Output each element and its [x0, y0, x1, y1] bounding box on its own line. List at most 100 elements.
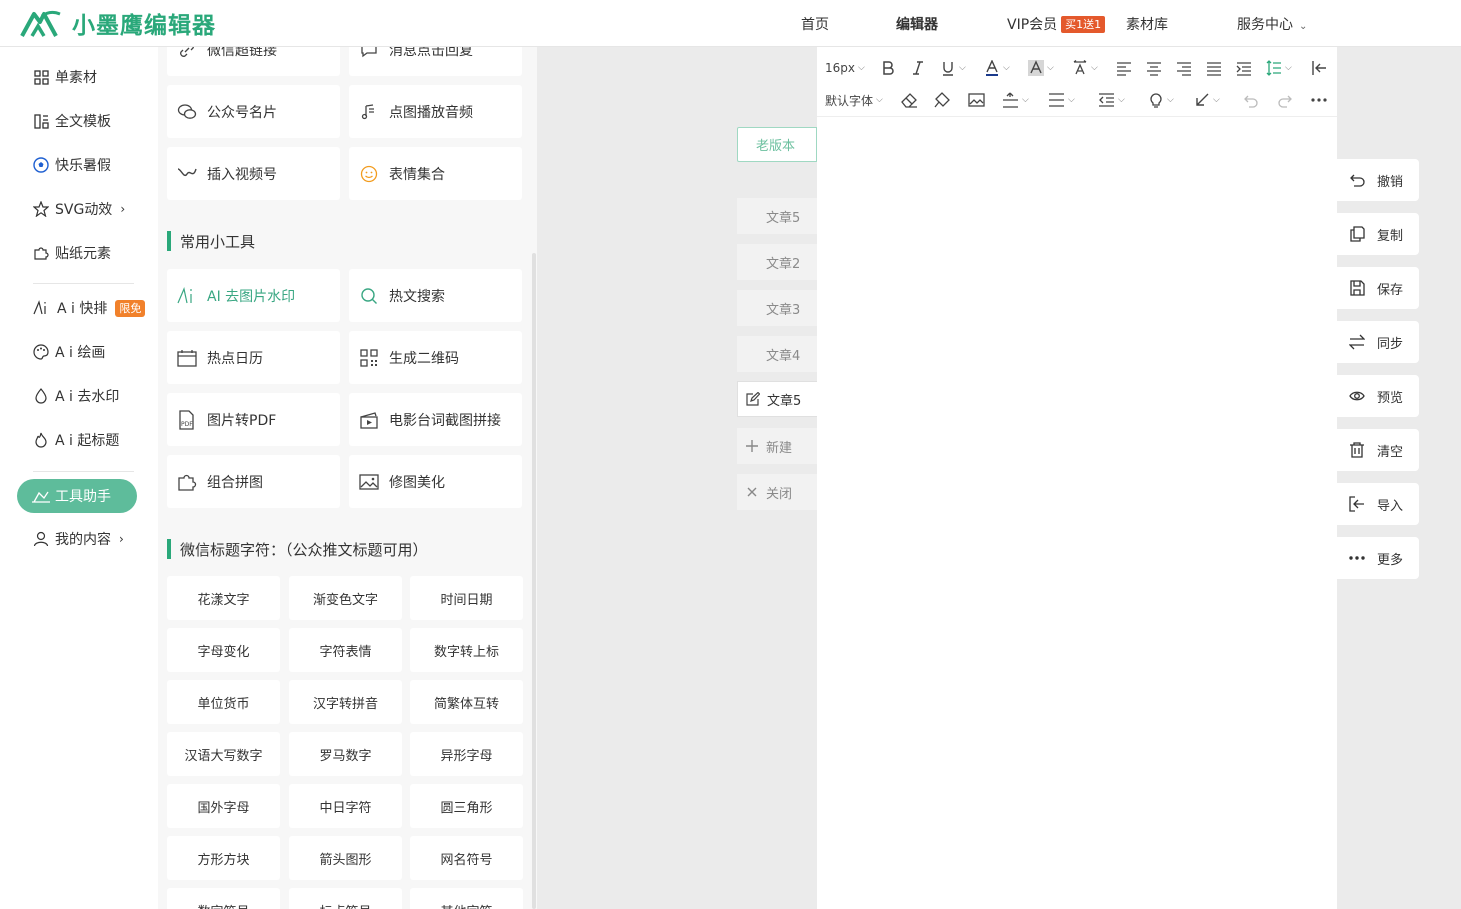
bold-icon[interactable]	[880, 59, 896, 77]
editor-canvas[interactable]: 16px ⌵ ⌵ ⌵ ⌵ ⌵ ⌵ 默认字体 ⌵ ⌵ ⌵ ⌵ ⌵ ⌵	[817, 47, 1337, 909]
logo[interactable]: 小墨鹰编辑器	[20, 6, 216, 40]
char-chip[interactable]: 罗马数字	[289, 732, 402, 776]
paragraph-spacing-icon[interactable]: ⌵	[1002, 91, 1029, 109]
char-chip[interactable]: 数字转上标	[410, 628, 523, 672]
article-tab[interactable]: 文章3	[737, 290, 817, 326]
char-chip[interactable]: 异形字母	[410, 732, 523, 776]
align-center-icon[interactable]	[1146, 59, 1162, 77]
tool-card-reply[interactable]: 消息点击回复	[349, 47, 522, 76]
italic-icon[interactable]	[910, 59, 926, 77]
eraser-icon[interactable]	[901, 91, 918, 109]
char-chip[interactable]: 箭头图形	[289, 836, 402, 880]
letter-spacing-icon[interactable]: ⌵	[1072, 59, 1098, 77]
sidebar-item-single-material[interactable]: 单素材	[33, 66, 97, 88]
tool-card-collage[interactable]: 组合拼图	[167, 455, 340, 508]
char-chip[interactable]: 网名符号	[410, 836, 523, 880]
char-chip[interactable]: 汉字转拼音	[289, 680, 402, 724]
save-button[interactable]: 保存	[1337, 267, 1419, 309]
char-chip[interactable]: 渐变色文字	[289, 576, 402, 620]
sidebar-item-my-content[interactable]: 我的内容 ›	[33, 528, 124, 550]
char-chip[interactable]: 汉语大写数字	[167, 732, 280, 776]
music-note-icon	[359, 102, 379, 122]
char-chip[interactable]: 其他字符	[410, 888, 523, 909]
char-chip[interactable]: 时间日期	[410, 576, 523, 620]
article-tab-active[interactable]: 文章5	[737, 381, 817, 417]
copy-button[interactable]: 复制	[1337, 213, 1419, 255]
sidebar-item-stickers[interactable]: 贴纸元素	[33, 242, 111, 264]
tool-card-audio[interactable]: 点图播放音频	[349, 85, 522, 138]
char-chip[interactable]: 圆三角形	[410, 784, 523, 828]
article-tab[interactable]: 文章2	[737, 244, 817, 280]
underline-icon[interactable]: ⌵	[940, 59, 966, 77]
char-chip[interactable]: 中日字符	[289, 784, 402, 828]
tool-card-hyperlink[interactable]: 微信超链接	[167, 47, 340, 76]
align-right-icon[interactable]	[1176, 59, 1192, 77]
sidebar-item-ai-watermark[interactable]: A i 去水印	[33, 385, 119, 407]
bg-color-icon[interactable]: ⌵	[1028, 59, 1054, 77]
undo-button[interactable]: 撤销	[1337, 159, 1419, 201]
char-chip[interactable]: 标点符号	[289, 888, 402, 909]
grid-icon	[33, 69, 49, 85]
tool-card-movie[interactable]: 电影台词截图拼接	[349, 393, 522, 446]
char-chip[interactable]: 国外字母	[167, 784, 280, 828]
redo-icon[interactable]	[1277, 91, 1293, 109]
sidebar-item-svg-effects[interactable]: SVG动效 ›	[33, 198, 125, 220]
char-chip[interactable]: 字母变化	[167, 628, 280, 672]
old-version-button[interactable]: 老版本	[737, 127, 817, 162]
font-family-select[interactable]: 默认字体 ⌵	[825, 91, 883, 109]
tool-card-calendar[interactable]: 热点日历	[167, 331, 340, 384]
tool-card-qrcode[interactable]: 生成二维码	[349, 331, 522, 384]
more-icon[interactable]	[1311, 91, 1327, 109]
char-chip[interactable]: 数字符号	[167, 888, 280, 909]
arrow-down-left-icon[interactable]: ⌵	[1194, 91, 1220, 109]
exit-icon[interactable]	[1311, 59, 1327, 77]
char-chip[interactable]: 花漾文字	[167, 576, 280, 620]
close-article-button[interactable]: 关闭	[737, 474, 817, 510]
nav-materials[interactable]: 素材库	[1126, 14, 1168, 34]
sync-button[interactable]: 同步	[1337, 321, 1419, 363]
tool-card-ai-watermark[interactable]: AI 去图片水印	[167, 269, 340, 322]
preview-button[interactable]: 预览	[1337, 375, 1419, 417]
sidebar-item-full-template[interactable]: 全文模板	[33, 110, 111, 132]
line-height-icon[interactable]: ⌵	[1266, 59, 1292, 77]
strikethrough-icon[interactable]: ⌵	[1048, 91, 1075, 109]
align-justify-icon[interactable]	[1206, 59, 1222, 77]
sync-icon	[1349, 334, 1365, 350]
clear-button[interactable]: 清空	[1337, 429, 1419, 471]
format-painter-icon[interactable]	[934, 91, 951, 109]
sidebar-item-ai-title[interactable]: A i 起标题	[33, 429, 119, 451]
tool-card-video[interactable]: 插入视频号	[167, 147, 340, 200]
char-chip[interactable]: 简繁体互转	[410, 680, 523, 724]
nav-editor[interactable]: 编辑器	[896, 14, 938, 34]
tool-card-account-card[interactable]: 公众号名片	[167, 85, 340, 138]
sidebar-item-tools[interactable]: 工具助手	[17, 479, 137, 513]
font-size-select[interactable]: 16px ⌵	[825, 59, 865, 77]
panel-scrollbar[interactable]	[532, 253, 536, 909]
undo-icon[interactable]	[1243, 91, 1259, 109]
tool-card-emoji[interactable]: 表情集合	[349, 147, 522, 200]
char-chip[interactable]: 方形方块	[167, 836, 280, 880]
import-button[interactable]: 导入	[1337, 483, 1419, 525]
nav-home[interactable]: 首页	[801, 14, 829, 34]
lightbulb-icon[interactable]: ⌵	[1148, 91, 1174, 109]
article-tab[interactable]: 文章4	[737, 336, 817, 372]
sidebar-item-summer[interactable]: 快乐暑假	[33, 154, 111, 176]
sidebar-item-ai-layout[interactable]: A i 快排 限免	[33, 297, 146, 319]
more-button[interactable]: 更多	[1337, 537, 1419, 579]
char-chip[interactable]: 字符表情	[289, 628, 402, 672]
sidebar-item-ai-draw[interactable]: A i 绘画	[33, 341, 105, 363]
image-icon[interactable]	[968, 91, 985, 109]
tool-card-pdf[interactable]: PDF 图片转PDF	[167, 393, 340, 446]
new-article-button[interactable]: 新建	[737, 428, 817, 464]
indent-icon[interactable]	[1236, 59, 1252, 77]
pdf-icon: PDF	[177, 409, 197, 430]
tool-card-photo-edit[interactable]: 修图美化	[349, 455, 522, 508]
nav-vip[interactable]: VIP会员 买1送1	[1007, 14, 1106, 34]
tool-card-hot-search[interactable]: 热文搜索	[349, 269, 522, 322]
nav-service[interactable]: 服务中心 ⌄	[1237, 14, 1307, 34]
char-chip[interactable]: 单位货币	[167, 680, 280, 724]
font-color-icon[interactable]: ⌵	[984, 59, 1010, 77]
outdent-icon[interactable]: ⌵	[1098, 91, 1125, 109]
article-tab[interactable]: 文章5	[737, 198, 817, 234]
align-left-icon[interactable]	[1116, 59, 1132, 77]
